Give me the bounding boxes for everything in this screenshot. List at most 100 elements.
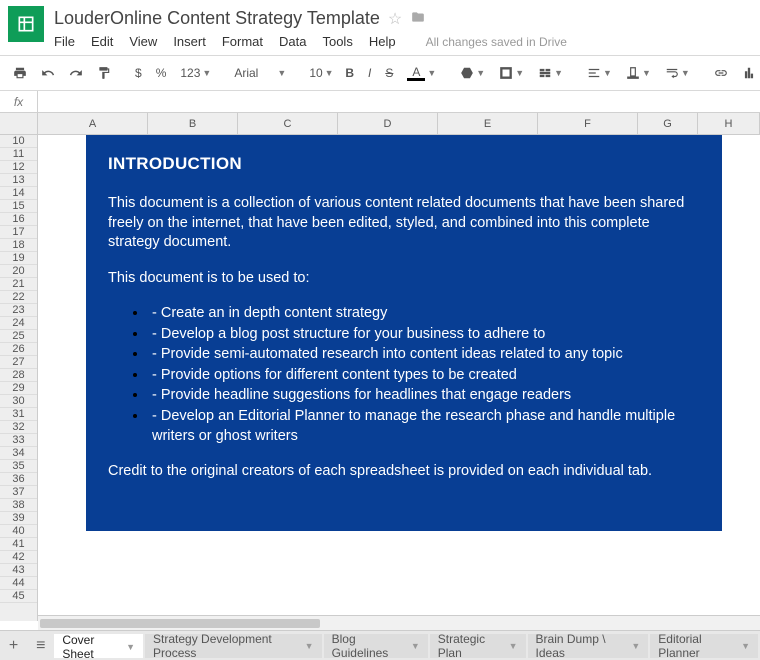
row-header[interactable]: 18 xyxy=(0,239,37,252)
bold-button[interactable]: B xyxy=(340,63,359,83)
font-size-dropdown[interactable]: 10▼ xyxy=(304,63,326,83)
intro-bullet: - Create an in depth content strategy xyxy=(148,304,700,324)
merge-button[interactable]: ▼ xyxy=(533,63,568,83)
column-header[interactable]: E xyxy=(438,113,538,134)
insert-link-icon[interactable] xyxy=(709,63,733,83)
menu-view[interactable]: View xyxy=(129,34,157,49)
row-header[interactable]: 13 xyxy=(0,174,37,187)
row-header[interactable]: 27 xyxy=(0,356,37,369)
sheet-tab[interactable]: Strategic Plan ▼ xyxy=(430,634,526,658)
row-header[interactable]: 17 xyxy=(0,226,37,239)
row-header[interactable]: 21 xyxy=(0,278,37,291)
row-header[interactable]: 10 xyxy=(0,135,37,148)
row-header[interactable]: 23 xyxy=(0,304,37,317)
row-header[interactable]: 30 xyxy=(0,395,37,408)
row-header[interactable]: 34 xyxy=(0,447,37,460)
wrap-button[interactable]: ▼ xyxy=(660,63,695,83)
menu-help[interactable]: Help xyxy=(369,34,396,49)
add-sheet-button[interactable]: + xyxy=(0,637,27,655)
select-all-corner[interactable] xyxy=(0,113,38,134)
cell-grid[interactable]: INTRODUCTION This document is a collecti… xyxy=(38,135,760,621)
intro-bullet: - Develop an Editorial Planner to manage… xyxy=(148,407,700,446)
column-header[interactable]: D xyxy=(338,113,438,134)
folder-icon[interactable] xyxy=(410,10,426,27)
sheet-tab-label: Brain Dump \ Ideas xyxy=(536,634,626,658)
sheet-tab[interactable]: Blog Guidelines ▼ xyxy=(324,634,428,658)
row-header[interactable]: 32 xyxy=(0,421,37,434)
row-header[interactable]: 39 xyxy=(0,512,37,525)
row-header[interactable]: 31 xyxy=(0,408,37,421)
italic-button[interactable]: I xyxy=(363,63,376,83)
chevron-down-icon[interactable]: ▼ xyxy=(741,641,750,651)
all-sheets-button[interactable]: ≡ xyxy=(27,637,54,655)
format-currency-button[interactable]: $ xyxy=(130,63,147,83)
row-header[interactable]: 24 xyxy=(0,317,37,330)
undo-icon[interactable] xyxy=(36,63,60,83)
strike-button[interactable]: S xyxy=(380,63,398,83)
row-header[interactable]: 11 xyxy=(0,148,37,161)
column-header[interactable]: B xyxy=(148,113,238,134)
sheet-tab[interactable]: Editorial Planner▼ xyxy=(650,634,758,658)
row-header[interactable]: 42 xyxy=(0,551,37,564)
row-header[interactable]: 44 xyxy=(0,577,37,590)
intro-text: This document is to be used to: xyxy=(108,269,700,289)
chevron-down-icon[interactable]: ▼ xyxy=(509,641,518,651)
row-header[interactable]: 20 xyxy=(0,265,37,278)
chevron-down-icon[interactable]: ▼ xyxy=(126,642,135,652)
menu-edit[interactable]: Edit xyxy=(91,34,113,49)
row-header[interactable]: 33 xyxy=(0,434,37,447)
row-header[interactable]: 29 xyxy=(0,382,37,395)
row-header[interactable]: 38 xyxy=(0,499,37,512)
horizontal-scrollbar[interactable] xyxy=(38,615,760,630)
sheet-tab[interactable]: Cover Sheet▼ xyxy=(54,634,143,658)
sheet-tab-label: Strategic Plan xyxy=(438,634,503,658)
chevron-down-icon[interactable]: ▼ xyxy=(305,641,314,651)
menu-insert[interactable]: Insert xyxy=(173,34,206,49)
row-header[interactable]: 14 xyxy=(0,187,37,200)
row-header[interactable]: 45 xyxy=(0,590,37,603)
row-header[interactable]: 15 xyxy=(0,200,37,213)
star-icon[interactable]: ☆ xyxy=(388,9,402,29)
row-header[interactable]: 28 xyxy=(0,369,37,382)
column-header[interactable]: G xyxy=(638,113,698,134)
print-icon[interactable] xyxy=(8,63,32,83)
row-header[interactable]: 16 xyxy=(0,213,37,226)
column-header[interactable]: F xyxy=(538,113,638,134)
valign-button[interactable]: ▼ xyxy=(621,63,656,83)
row-header[interactable]: 25 xyxy=(0,330,37,343)
borders-button[interactable]: ▼ xyxy=(494,63,529,83)
format-percent-button[interactable]: % xyxy=(151,63,172,83)
doc-title[interactable]: LouderOnline Content Strategy Template xyxy=(54,8,380,29)
menu-file[interactable]: File xyxy=(54,34,75,49)
sheet-tab-label: Blog Guidelines xyxy=(332,634,405,658)
sheet-tab[interactable]: Brain Dump \ Ideas ▼ xyxy=(528,634,649,658)
row-header[interactable]: 43 xyxy=(0,564,37,577)
insert-chart-icon[interactable] xyxy=(737,63,760,83)
column-header[interactable]: H xyxy=(698,113,760,134)
fill-color-button[interactable]: ▼ xyxy=(455,63,490,83)
menu-tools[interactable]: Tools xyxy=(322,34,352,49)
chevron-down-icon[interactable]: ▼ xyxy=(411,641,420,651)
menu-data[interactable]: Data xyxy=(279,34,306,49)
paint-format-icon[interactable] xyxy=(92,63,116,83)
row-header[interactable]: 22 xyxy=(0,291,37,304)
intro-box: INTRODUCTION This document is a collecti… xyxy=(86,135,722,531)
column-header[interactable]: C xyxy=(238,113,338,134)
row-header[interactable]: 41 xyxy=(0,538,37,551)
halign-button[interactable]: ▼ xyxy=(582,63,617,83)
row-header[interactable]: 37 xyxy=(0,486,37,499)
row-header[interactable]: 12 xyxy=(0,161,37,174)
sheet-tab[interactable]: Strategy Development Process▼ xyxy=(145,634,322,658)
font-dropdown[interactable]: Arial▼ xyxy=(230,66,290,80)
zoom-dropdown[interactable]: 123▼ xyxy=(175,63,216,83)
text-color-button[interactable]: A▼ xyxy=(402,63,441,84)
chevron-down-icon[interactable]: ▼ xyxy=(631,641,640,651)
row-header[interactable]: 19 xyxy=(0,252,37,265)
redo-icon[interactable] xyxy=(64,63,88,83)
row-header[interactable]: 26 xyxy=(0,343,37,356)
menu-format[interactable]: Format xyxy=(222,34,263,49)
row-header[interactable]: 40 xyxy=(0,525,37,538)
row-header[interactable]: 36 xyxy=(0,473,37,486)
column-header[interactable]: A xyxy=(38,113,148,134)
row-header[interactable]: 35 xyxy=(0,460,37,473)
